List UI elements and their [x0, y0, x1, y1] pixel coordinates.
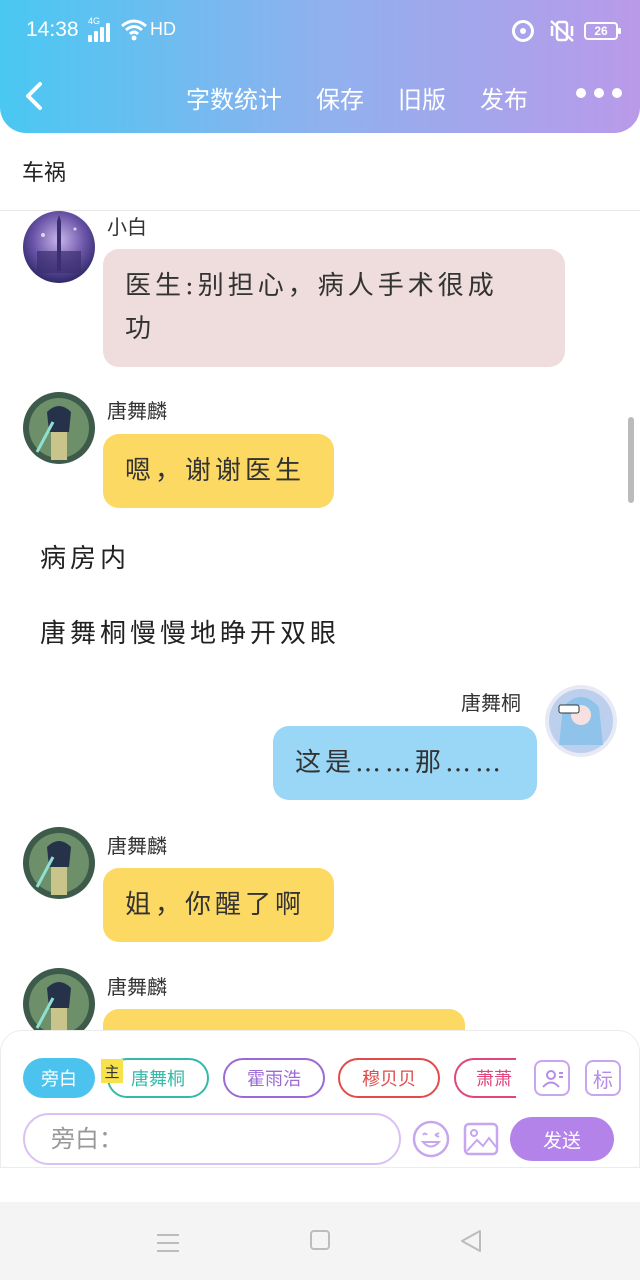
role-chip-xiaoxiao[interactable]: 萧萧: [454, 1058, 516, 1098]
main-character-badge: 主: [101, 1059, 123, 1083]
message-bubble[interactable]: 医生:别担心，病人手术很成 功: [103, 249, 565, 367]
home-icon[interactable]: [310, 1230, 330, 1250]
message-bubble[interactable]: [103, 1009, 465, 1031]
role-chip-huoyuhao[interactable]: 霍雨浩: [223, 1058, 325, 1098]
speaker-name: 小白: [107, 215, 147, 239]
role-chip-mubeibei[interactable]: 穆贝贝: [338, 1058, 440, 1098]
tag-button[interactable]: 标: [585, 1060, 621, 1096]
recents-menu-icon[interactable]: [156, 1233, 180, 1253]
message-bubble[interactable]: 姐，你醒了啊: [103, 868, 334, 942]
status-bar: 14:38 4G HD 26: [0, 0, 640, 62]
character-manager-icon[interactable]: [534, 1060, 570, 1096]
avatar-xiaobai[interactable]: [23, 211, 95, 283]
save-button[interactable]: 保存: [316, 80, 364, 115]
avatar-tangwulin[interactable]: [23, 968, 95, 1031]
vibrate-mute-icon: [550, 20, 574, 42]
word-count-button[interactable]: 字数统计: [186, 80, 282, 115]
speaker-name: 唐舞麟: [107, 975, 167, 999]
avatar-tangwulin[interactable]: [23, 392, 95, 464]
eye-comfort-icon: [512, 20, 534, 42]
speaker-name: 唐舞麟: [107, 834, 167, 858]
speaker-name: 唐舞麟: [107, 399, 167, 423]
nav-back-icon[interactable]: [458, 1228, 484, 1254]
image-icon[interactable]: [463, 1121, 499, 1157]
old-version-button[interactable]: 旧版: [398, 80, 446, 115]
send-button[interactable]: 发送: [510, 1117, 614, 1161]
avatar-tangwutong[interactable]: [545, 685, 617, 757]
more-options-icon[interactable]: [576, 88, 622, 98]
chat-area[interactable]: 小白 医生:别担心，病人手术很成 功 唐舞麟 嗯，谢谢医生 病房内 唐舞桐慢慢地…: [0, 211, 640, 1031]
role-chip-narrator[interactable]: 旁白: [23, 1058, 95, 1098]
message-input[interactable]: [23, 1113, 401, 1165]
avatar-tangwulin[interactable]: [23, 827, 95, 899]
chat-scrollbar[interactable]: [628, 417, 634, 503]
document-title[interactable]: 车祸: [22, 155, 66, 187]
emoji-icon[interactable]: [412, 1120, 450, 1158]
header-toolbar: 字数统计 保存 旧版 发布: [186, 80, 562, 114]
battery-icon: 26: [584, 22, 621, 40]
status-time: 14:38: [26, 18, 79, 41]
narration-text[interactable]: 病房内: [40, 538, 130, 575]
message-bubble[interactable]: 这是……那……: [273, 726, 537, 800]
message-bubble[interactable]: 嗯，谢谢医生: [103, 434, 334, 508]
narration-text[interactable]: 唐舞桐慢慢地睁开双眼: [40, 613, 340, 650]
hd-indicator: HD: [150, 19, 176, 39]
publish-button[interactable]: 发布: [480, 80, 528, 115]
status-icons: 26: [512, 18, 621, 44]
wifi-icon: [121, 19, 147, 41]
back-arrow-icon[interactable]: [20, 80, 48, 112]
app-header: 14:38 4G HD 26 字数统计 保存 旧版 发布: [0, 0, 640, 133]
speaker-name: 唐舞桐: [461, 691, 521, 715]
signal-icon: [88, 20, 116, 42]
